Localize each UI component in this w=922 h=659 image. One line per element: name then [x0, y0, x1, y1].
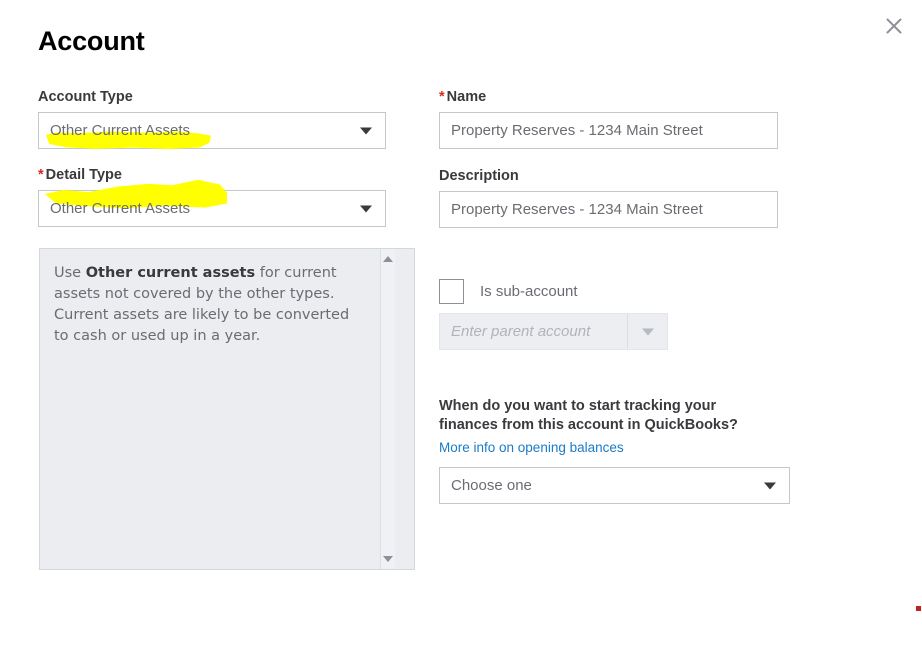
is-sub-account-checkbox[interactable] [439, 279, 464, 304]
more-info-opening-balances-link[interactable]: More info on opening balances [439, 439, 624, 457]
page-title: Account [38, 26, 145, 57]
name-input[interactable]: Property Reserves - 1234 Main Street [439, 112, 778, 149]
help-panel-scrollbar[interactable] [380, 249, 395, 569]
description-label: Description [439, 167, 791, 185]
account-type-label: Account Type [38, 88, 386, 106]
triangle-up-icon[interactable] [383, 256, 393, 262]
name-label-text: Name [447, 89, 487, 105]
sub-account-block: Is sub-account Enter parent account [439, 279, 791, 350]
opening-balance-dropdown[interactable]: Choose one [439, 467, 790, 504]
tracking-question: When do you want to start tracking your … [439, 397, 759, 435]
name-input-value: Property Reserves - 1234 Main Street [440, 123, 703, 138]
sub-account-row: Is sub-account [439, 279, 791, 304]
close-button[interactable] [880, 12, 908, 40]
description-input[interactable]: Property Reserves - 1234 Main Street [439, 191, 778, 228]
left-column: Account Type Other Current Assets *Detai… [38, 88, 386, 227]
parent-account-dropdown[interactable]: Enter parent account [439, 313, 668, 350]
opening-balance-block: When do you want to start tracking your … [439, 397, 791, 504]
help-text-bold: Other current assets [86, 265, 255, 281]
close-icon [885, 17, 903, 35]
triangle-down-icon[interactable] [383, 556, 393, 562]
detail-type-value: Other Current Assets [39, 201, 190, 216]
required-asterisk: * [439, 89, 445, 105]
chevron-down-icon [642, 328, 654, 335]
stray-artifact-mark [916, 606, 921, 611]
name-label: *Name [439, 88, 791, 106]
is-sub-account-label: Is sub-account [480, 284, 578, 299]
help-text-prefix: Use [54, 265, 86, 281]
detail-type-field: *Detail Type Other Current Assets [38, 166, 386, 227]
help-panel-text: Use Other current assets for current ass… [40, 249, 380, 569]
detail-type-label-text: Detail Type [46, 167, 122, 183]
name-field: *Name Property Reserves - 1234 Main Stre… [439, 88, 791, 149]
detail-type-help-panel: Use Other current assets for current ass… [39, 248, 415, 570]
description-field: Description Property Reserves - 1234 Mai… [439, 167, 791, 228]
chevron-down-icon [360, 127, 372, 134]
parent-account-divider [627, 314, 628, 349]
account-type-dropdown[interactable]: Other Current Assets [38, 112, 386, 149]
required-asterisk: * [38, 167, 44, 183]
description-input-value: Property Reserves - 1234 Main Street [440, 202, 703, 217]
chevron-down-icon [764, 482, 776, 489]
parent-account-placeholder: Enter parent account [440, 324, 590, 339]
chevron-down-icon [360, 205, 372, 212]
account-type-value: Other Current Assets [39, 123, 190, 138]
detail-type-dropdown[interactable]: Other Current Assets [38, 190, 386, 227]
opening-balance-value: Choose one [440, 478, 532, 493]
account-type-field: Account Type Other Current Assets [38, 88, 386, 149]
detail-type-label: *Detail Type [38, 166, 386, 184]
right-column: *Name Property Reserves - 1234 Main Stre… [439, 88, 791, 504]
